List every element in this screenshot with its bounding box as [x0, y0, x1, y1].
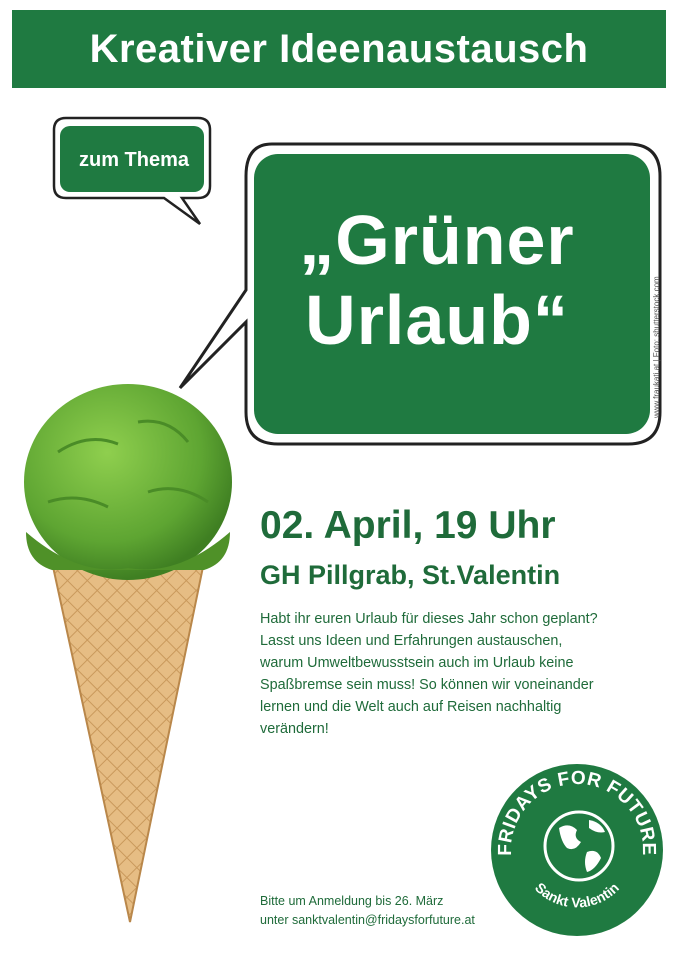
theme-title: „Grüner Urlaub“ — [252, 200, 622, 360]
event-description: Habt ihr euren Urlaub für dieses Jahr sc… — [260, 608, 672, 740]
description-line: verändern! — [260, 721, 329, 737]
description-line: Habt ihr euren Urlaub für dieses Jahr sc… — [260, 611, 598, 627]
description-line: Lasst uns Ideen und Erfahrungen austausc… — [260, 633, 563, 649]
description-line: Spaßbremse sein muss! So können wir vone… — [260, 677, 594, 693]
theme-title-line1: „Grüner — [299, 201, 575, 279]
registration-info: Bitte um Anmeldung bis 26. März unter sa… — [260, 892, 475, 930]
ice-cream-cone-image — [24, 384, 232, 923]
event-location: GH Pillgrab, St.Valentin — [260, 560, 561, 590]
description-line: warum Umweltbewusstsein auch im Urlaub k… — [260, 655, 574, 671]
photo-credit: www.fraukati.at | Foto: shutterstock.com — [652, 276, 661, 418]
page-title: Kreativer Ideenaustausch — [89, 26, 589, 71]
registration-email: unter sanktvalentin@fridaysforfuture.at — [260, 913, 475, 927]
description-line: lernen und die Welt auch auf Reisen nach… — [260, 699, 562, 715]
fridays-for-future-logo: FRIDAYS FOR FUTURE Sankt Valentin — [491, 764, 663, 936]
title-banner: Kreativer Ideenaustausch — [12, 10, 666, 88]
registration-deadline: Bitte um Anmeldung bis 26. März — [260, 894, 444, 908]
event-date: 02. April, 19 Uhr — [260, 504, 556, 547]
theme-title-line2: Urlaub“ — [305, 281, 569, 359]
